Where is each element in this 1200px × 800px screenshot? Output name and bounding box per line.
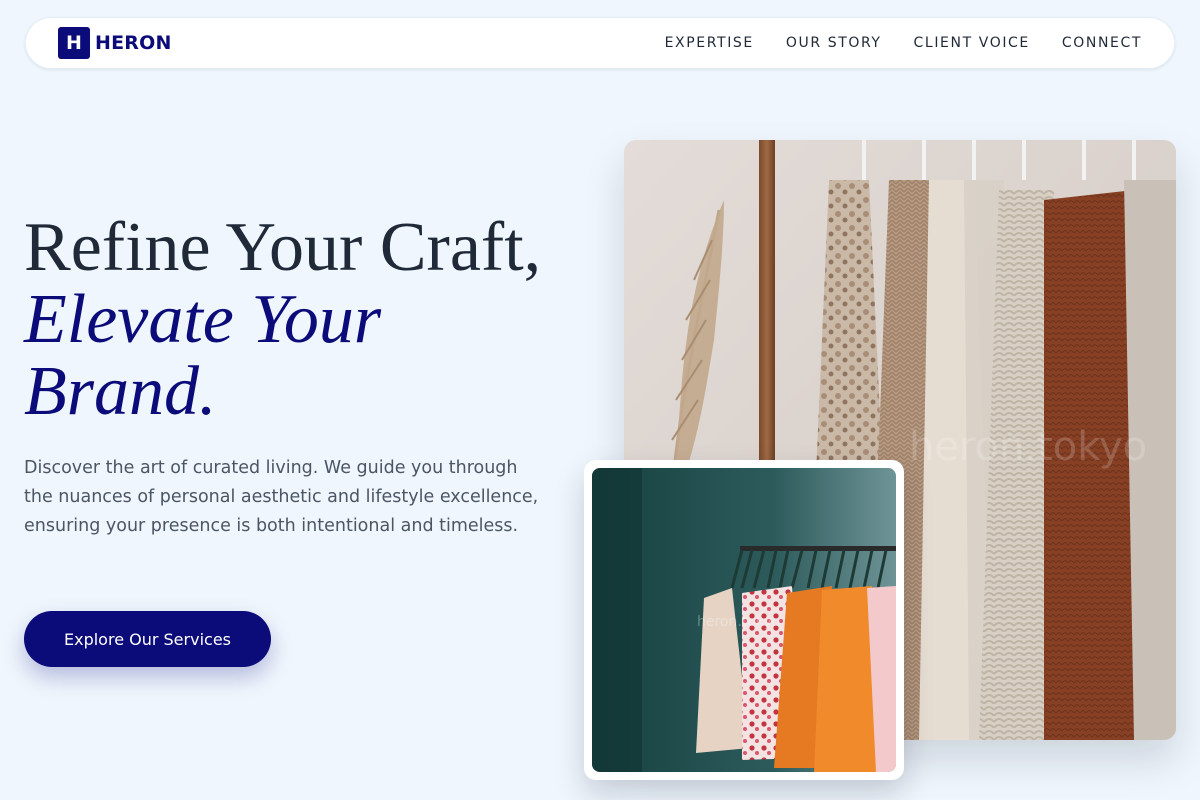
hero-title-line2: Elevate Your <box>24 281 382 358</box>
nav-link-client-voice[interactable]: CLIENT VOICE <box>914 35 1030 51</box>
hero-description: Discover the art of curated living. We g… <box>24 458 539 536</box>
hero-title: Refine Your Craft, Elevate Your Brand. <box>24 212 584 428</box>
main-image-watermark: heron.tokyo <box>909 424 1147 470</box>
secondary-image-boutique-rack: heron.tokyo <box>592 468 896 772</box>
nav-links: EXPERTISE OUR STORY CLIENT VOICE CONNECT <box>665 35 1142 51</box>
nav-link-connect[interactable]: CONNECT <box>1062 35 1142 51</box>
boutique-rack-photo: heron.tokyo <box>592 468 896 772</box>
nav-link-expertise[interactable]: EXPERTISE <box>665 35 754 51</box>
brand-logo-link[interactable]: H HERON <box>58 27 172 59</box>
page: H HERON EXPERTISE OUR STORY CLIENT VOICE… <box>0 0 1200 800</box>
hero-title-line3: Brand. <box>24 353 217 430</box>
logo-mark: H <box>58 27 90 59</box>
explore-services-button[interactable]: Explore Our Services <box>24 611 271 667</box>
small-image-watermark: heron.tokyo <box>697 614 780 630</box>
hero-title-line1: Refine Your Craft, <box>24 209 542 286</box>
secondary-image-frame: heron.tokyo <box>584 460 904 780</box>
top-navbar: H HERON EXPERTISE OUR STORY CLIENT VOICE… <box>25 17 1175 69</box>
brand-name: HERON <box>95 32 172 54</box>
nav-link-our-story[interactable]: OUR STORY <box>786 35 882 51</box>
